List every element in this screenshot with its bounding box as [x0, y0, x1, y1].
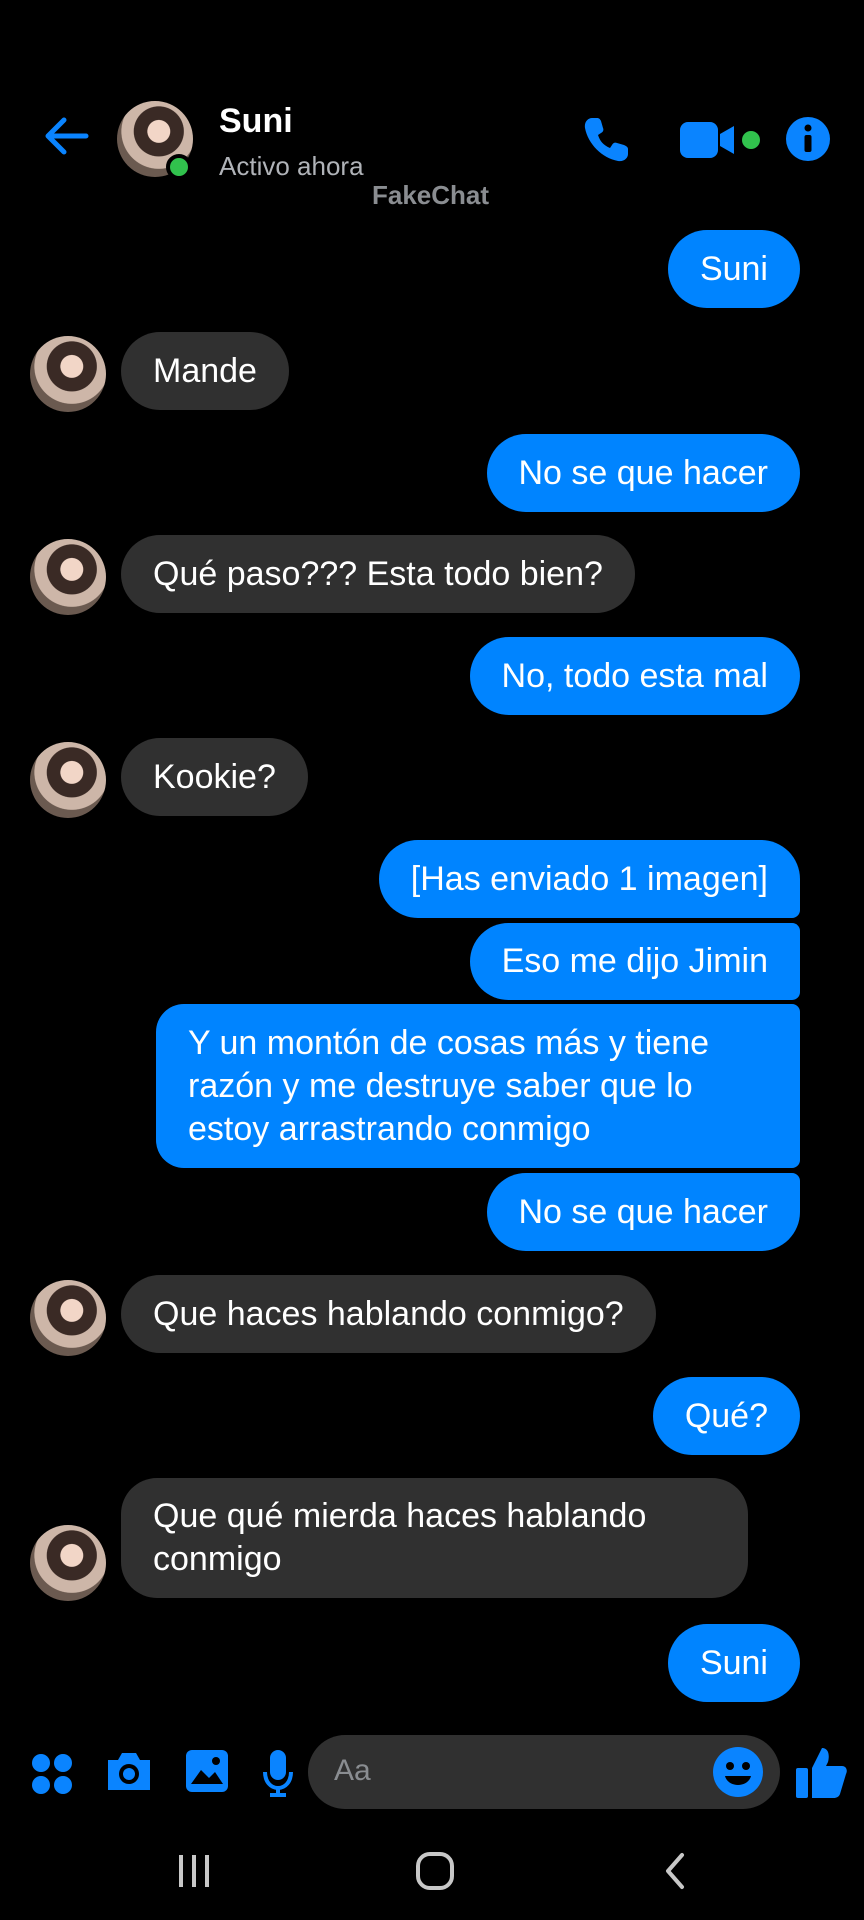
- contact-avatar-small[interactable]: [30, 742, 106, 818]
- home-icon[interactable]: [415, 1851, 455, 1891]
- microphone-icon[interactable]: [262, 1748, 294, 1798]
- message-incoming[interactable]: Kookie?: [121, 738, 308, 816]
- message-incoming[interactable]: Qué paso??? Esta todo bien?: [121, 535, 635, 613]
- message-outgoing[interactable]: No se que hacer: [486, 434, 800, 512]
- contact-name[interactable]: Suni: [219, 102, 293, 141]
- message-outgoing[interactable]: Y un montón de cosas más y tiene razón y…: [156, 1004, 800, 1168]
- message-input-placeholder: Aa: [334, 1754, 371, 1787]
- watermark: FakeChat: [372, 180, 490, 210]
- message-outgoing[interactable]: No se que hacer: [486, 1173, 800, 1251]
- contact-avatar-small[interactable]: [30, 336, 106, 412]
- thumbs-up-icon[interactable]: [794, 1744, 848, 1800]
- camera-icon[interactable]: [104, 1748, 154, 1794]
- chat-header: Suni Activo ahora FakeChat: [0, 0, 864, 220]
- back-arrow-icon[interactable]: [40, 110, 92, 162]
- message-incoming[interactable]: Mande: [121, 332, 289, 410]
- message-incoming[interactable]: Que haces hablando conmigo?: [121, 1275, 656, 1353]
- nav-back-icon[interactable]: [660, 1851, 690, 1891]
- video-camera-icon[interactable]: [678, 120, 738, 160]
- recent-apps-icon[interactable]: [176, 1853, 212, 1889]
- contact-avatar-small[interactable]: [30, 1280, 106, 1356]
- message-outgoing[interactable]: Eso me dijo Jimin: [469, 923, 800, 1000]
- contact-status: Activo ahora: [219, 151, 364, 181]
- message-outgoing[interactable]: Qué?: [652, 1377, 800, 1455]
- message-incoming[interactable]: Que qué mierda haces hablando conmigo: [121, 1478, 748, 1598]
- online-status-dot: [166, 154, 192, 180]
- message-outgoing[interactable]: [Has enviado 1 imagen]: [378, 840, 800, 918]
- info-icon[interactable]: [784, 115, 832, 163]
- message-outgoing[interactable]: Suni: [667, 1624, 800, 1702]
- message-outgoing[interactable]: No, todo esta mal: [469, 637, 800, 715]
- phone-icon[interactable]: [580, 114, 632, 166]
- apps-grid-icon[interactable]: [30, 1752, 74, 1796]
- video-active-dot: [742, 131, 760, 149]
- image-icon[interactable]: [184, 1748, 230, 1794]
- message-input[interactable]: [308, 1735, 780, 1809]
- emoji-icon[interactable]: [712, 1746, 764, 1798]
- contact-avatar-small[interactable]: [30, 539, 106, 615]
- contact-avatar-small[interactable]: [30, 1525, 106, 1601]
- message-outgoing[interactable]: Suni: [667, 230, 800, 308]
